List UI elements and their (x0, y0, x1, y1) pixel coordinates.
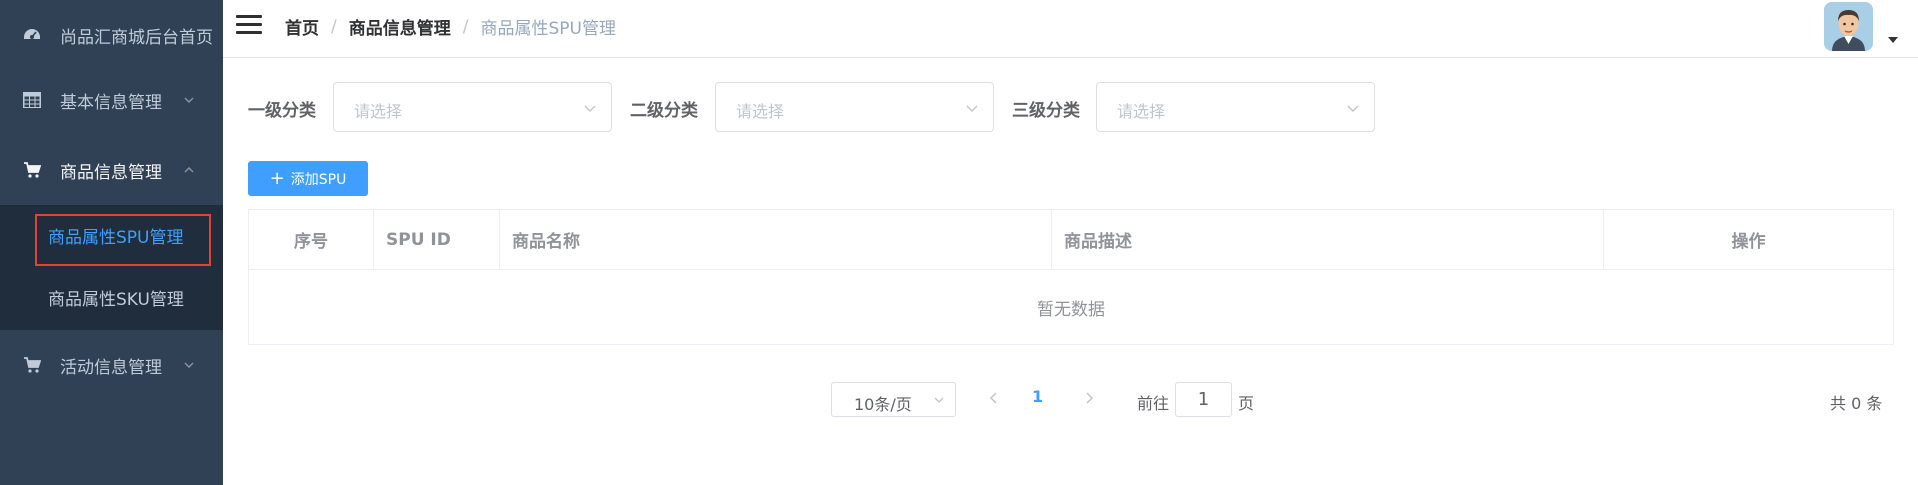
chevron-down-icon (584, 105, 596, 112)
breadcrumb-home[interactable]: 首页 (285, 14, 319, 39)
chevron-right-icon[interactable] (1083, 390, 1097, 406)
table-header: 序号 SPU ID 商品名称 商品描述 操作 (249, 210, 1893, 270)
dashboard-icon (22, 25, 42, 45)
breadcrumb-separator: / (331, 16, 337, 37)
filter-label-category3: 三级分类 (1012, 101, 1080, 121)
page-number[interactable]: 1 (1032, 387, 1043, 406)
add-spu-button[interactable]: + 添加SPU (248, 161, 368, 196)
sidebar-item-label: 商品属性SKU管理 (48, 289, 184, 310)
chevron-down-icon (966, 105, 978, 112)
column-header-actions: 操作 (1731, 232, 1766, 252)
user-avatar-icon (1824, 2, 1873, 51)
chevron-down-icon (184, 97, 194, 103)
sidebar: 尚品汇商城后台首页 基本信息管理 商品信息管理 商品属性SPU管理 商品属性SK… (0, 0, 223, 485)
sidebar-item-label: 尚品汇商城后台首页 (60, 27, 213, 48)
add-spu-label: 添加SPU (290, 171, 347, 188)
goto-page-input[interactable] (1175, 382, 1232, 417)
category1-select[interactable]: 请选择 (333, 82, 612, 132)
column-header-description: 商品描述 (1052, 210, 1604, 269)
category3-select[interactable]: 请选择 (1096, 82, 1375, 132)
top-navbar: 首页 / 商品信息管理 / 商品属性SPU管理 (223, 0, 1918, 58)
page-size-value: 10条/页 (854, 395, 912, 414)
sidebar-item-label: 商品属性SPU管理 (48, 227, 184, 248)
chevron-down-icon (1347, 105, 1359, 112)
column-header-spu-id: SPU ID (374, 210, 500, 269)
cart-icon (22, 160, 42, 180)
table-empty-text: 暂无数据 (1037, 299, 1105, 320)
filter-label-category2: 二级分类 (630, 101, 698, 121)
sidebar-item-sku[interactable]: 商品属性SKU管理 (0, 267, 223, 327)
select-placeholder: 请选择 (354, 102, 403, 121)
column-header-name: 商品名称 (500, 210, 1052, 269)
sidebar-item-home[interactable]: 尚品汇商城后台首页 (0, 0, 223, 70)
table-icon (22, 90, 42, 110)
caret-down-icon[interactable] (1888, 37, 1898, 43)
product-submenu: 商品属性SPU管理 商品属性SKU管理 (0, 205, 223, 330)
select-placeholder: 请选择 (1117, 102, 1166, 121)
breadcrumb-product-info[interactable]: 商品信息管理 (349, 14, 451, 39)
spu-table: 序号 SPU ID 商品名称 商品描述 操作 暂无数据 (248, 209, 1894, 345)
app-root: 尚品汇商城后台首页 基本信息管理 商品信息管理 商品属性SPU管理 商品属性SK… (0, 0, 1918, 485)
cart-icon (22, 355, 42, 375)
sidebar-item-label: 商品信息管理 (60, 162, 162, 183)
sidebar-item-label: 活动信息管理 (60, 357, 162, 378)
sidebar-item-activity-info[interactable]: 活动信息管理 (0, 330, 223, 400)
filter-label-category1: 一级分类 (248, 101, 316, 121)
plus-icon: + (269, 167, 285, 189)
chevron-down-icon (934, 397, 944, 403)
sidebar-item-spu[interactable]: 商品属性SPU管理 (0, 205, 223, 266)
sidebar-item-label: 基本信息管理 (60, 92, 162, 113)
chevron-up-icon (184, 167, 194, 173)
select-placeholder: 请选择 (736, 102, 785, 121)
goto-label: 前往 (1137, 394, 1170, 413)
avatar[interactable] (1824, 2, 1873, 51)
breadcrumb-separator: / (462, 16, 469, 37)
column-header-index: 序号 (249, 210, 374, 269)
breadcrumb-current: 商品属性SPU管理 (480, 19, 616, 39)
chevron-down-icon (184, 362, 194, 368)
chevron-left-icon[interactable] (986, 390, 1000, 406)
breadcrumb: 首页 / 商品信息管理 / 商品属性SPU管理 (285, 14, 616, 40)
sidebar-item-basic-info[interactable]: 基本信息管理 (0, 65, 223, 135)
category2-select[interactable]: 请选择 (715, 82, 994, 132)
page-unit-label: 页 (1238, 394, 1255, 413)
sidebar-item-product-info[interactable]: 商品信息管理 (0, 135, 223, 205)
page-size-select[interactable]: 10条/页 (831, 382, 956, 417)
total-count: 共 0 条 (1830, 394, 1883, 413)
hamburger-menu-icon[interactable] (236, 13, 262, 37)
